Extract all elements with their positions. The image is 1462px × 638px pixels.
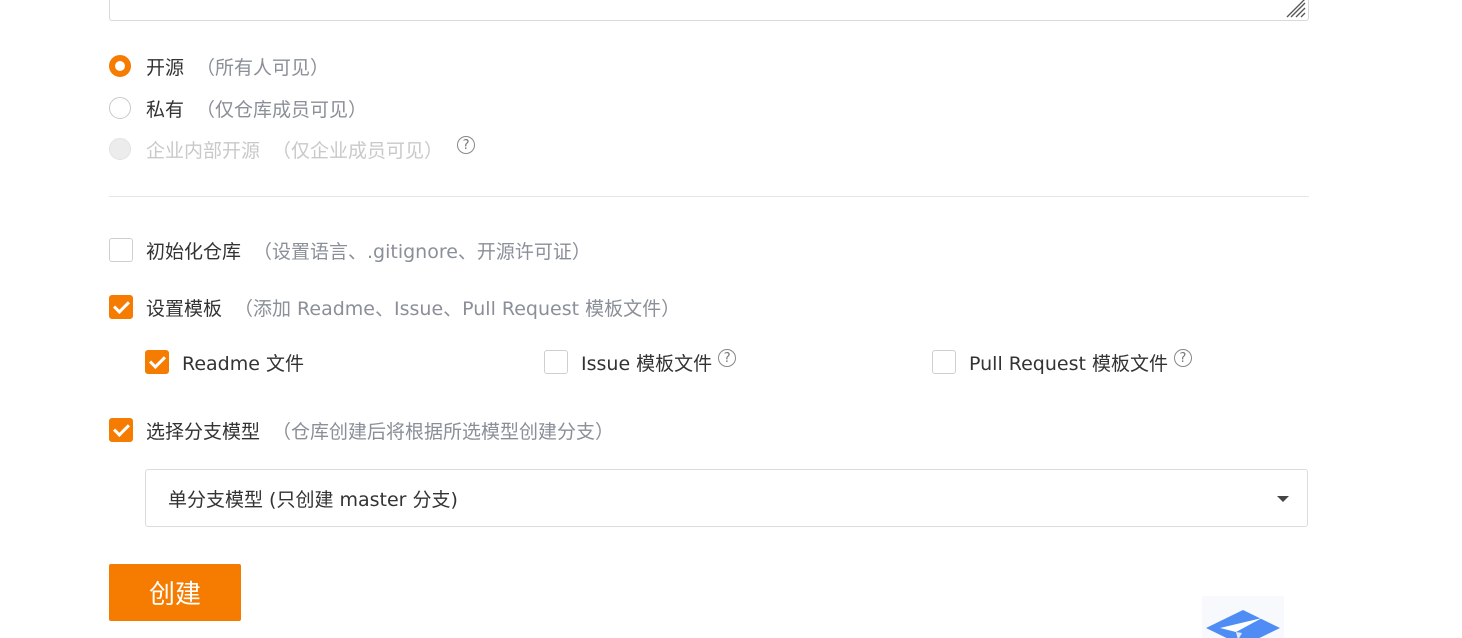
init-repo-checkbox[interactable] — [109, 238, 133, 262]
visibility-enterprise-option: 企业内部开源 （仅企业成员可见） ? — [109, 136, 476, 162]
templates-checkbox[interactable] — [109, 295, 133, 319]
branch-model-checkbox[interactable] — [109, 418, 133, 442]
create-button[interactable]: 创建 — [109, 564, 241, 621]
templates-label: 设置模板 — [146, 297, 223, 320]
init-repo-option[interactable]: 初始化仓库 （设置语言、.gitignore、开源许可证） — [109, 237, 591, 263]
radio-open-source[interactable] — [109, 55, 131, 77]
branch-model-label: 选择分支模型 — [146, 420, 261, 443]
radio-private[interactable] — [109, 97, 131, 119]
radio-enterprise — [109, 138, 131, 160]
readme-label: Readme 文件 — [182, 352, 304, 375]
pr-template-label: Pull Request 模板文件 — [969, 352, 1168, 375]
resize-handle-icon[interactable] — [1286, 0, 1306, 18]
branch-model-option[interactable]: 选择分支模型 （仓库创建后将根据所选模型创建分支） — [109, 417, 614, 443]
init-repo-hint: （设置语言、.gitignore、开源许可证） — [253, 240, 591, 263]
description-textarea[interactable] — [109, 0, 1309, 21]
issue-template-option[interactable]: Issue 模板文件 ? — [544, 349, 737, 375]
pr-template-checkbox[interactable] — [932, 350, 956, 374]
visibility-private-option[interactable]: 私有 （仅仓库成员可见） — [109, 95, 367, 121]
question-circle-icon[interactable]: ? — [718, 349, 737, 367]
question-circle-icon[interactable]: ? — [457, 136, 476, 154]
templates-hint: （添加 Readme、Issue、Pull Request 模板文件） — [234, 297, 681, 320]
readme-checkbox[interactable] — [145, 350, 169, 374]
issue-template-checkbox[interactable] — [544, 350, 568, 374]
visibility-label: 开源 — [146, 56, 185, 79]
templates-option[interactable]: 设置模板 （添加 Readme、Issue、Pull Request 模板文件） — [109, 294, 680, 320]
branch-model-selected-value: 单分支模型 (只创建 master 分支) — [168, 488, 458, 511]
section-divider — [109, 196, 1309, 197]
pr-template-option[interactable]: Pull Request 模板文件 ? — [932, 349, 1192, 375]
visibility-label: 私有 — [146, 98, 185, 121]
branch-model-select[interactable]: 单分支模型 (只创建 master 分支) — [145, 469, 1308, 527]
readme-template-option[interactable]: Readme 文件 — [145, 349, 304, 375]
visibility-hint: （仅仓库成员可见） — [196, 98, 368, 121]
paper-plane-icon[interactable] — [1202, 596, 1284, 638]
visibility-label: 企业内部开源 — [146, 139, 261, 162]
visibility-hint: （所有人可见） — [196, 56, 330, 79]
visibility-open-source-option[interactable]: 开源 （所有人可见） — [109, 53, 329, 79]
caret-down-icon — [1277, 496, 1289, 502]
init-repo-label: 初始化仓库 — [146, 240, 242, 263]
branch-model-hint: （仓库创建后将根据所选模型创建分支） — [272, 420, 615, 443]
visibility-hint: （仅企业成员可见） — [272, 139, 444, 162]
question-circle-icon[interactable]: ? — [1173, 349, 1192, 367]
issue-template-label: Issue 模板文件 — [581, 352, 713, 375]
